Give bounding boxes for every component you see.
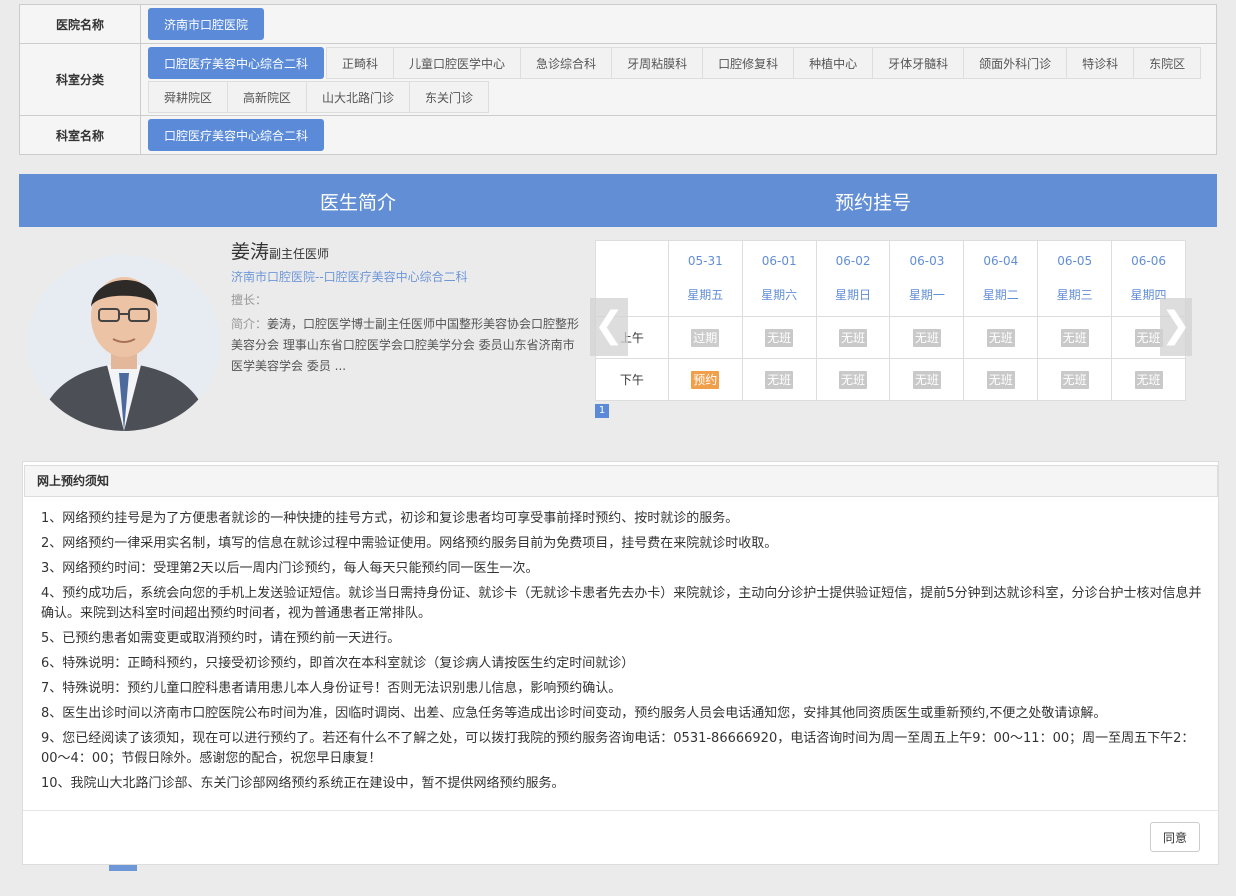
dept-type-option[interactable]: 舜耕院区 — [148, 81, 229, 113]
day-weekday: 星期三 — [1056, 288, 1093, 302]
dept-type-option[interactable]: 牙周粘膜科 — [611, 47, 704, 79]
dept-type-option[interactable]: 口腔修复科 — [702, 47, 795, 79]
dept-type-option[interactable]: 东关门诊 — [409, 81, 490, 113]
dept-type-option[interactable]: 东院区 — [1133, 47, 1202, 79]
page: 医院名称 济南市口腔医院 科室分类 口腔医疗美容中心综合二科 正畸科 儿童口腔医… — [0, 0, 1236, 896]
doctor-name[interactable]: 姜涛 — [231, 241, 269, 263]
dept-type-option[interactable]: 口腔医疗美容中心综合二科 — [148, 47, 325, 79]
notice-item: 6、特殊说明：正畸科预约，只接受初诊预约，即首次在本科室就诊（复诊病人请按医生约… — [41, 656, 635, 671]
slot-no-shift: 无班 — [765, 328, 794, 347]
schedule-am-row: 上午 过期 无班 无班 无班 无班 无班 无班 — [595, 316, 1186, 359]
notice-item: 1、网络预约挂号是为了方便患者就诊的一种快捷的挂号方式，初诊和复诊患者均可享受事… — [41, 511, 739, 526]
dept-type-option[interactable]: 颌面外科门诊 — [963, 47, 1068, 79]
notice-item: 2、网络预约一律采用实名制，填写的信息在就诊过程中需验证使用。网络预约服务目前为… — [41, 536, 778, 551]
notice-item: 3、网络预约时间：受理第2天以后一周内门诊预约，每人每天只能预约同一医生一次。 — [41, 561, 539, 576]
slot-no-shift: 无班 — [765, 370, 794, 389]
doctor-department: 济南市口腔医院--口腔医疗美容中心综合二科 — [231, 270, 468, 284]
doctor-photo — [27, 255, 221, 431]
day-weekday: 星期日 — [835, 288, 872, 302]
hospital-label: 医院名称 — [20, 5, 141, 43]
intro-text: 姜涛，口腔医学博士副主任医师中国整形美容协会口腔整形美容分会 理事山东省口腔医学… — [231, 317, 580, 373]
day-date: 06-02 — [835, 254, 871, 268]
agree-button[interactable]: 同意 — [1150, 822, 1200, 852]
intro-label: 简介： — [231, 317, 268, 331]
book-button[interactable]: 预约 — [691, 370, 720, 389]
slot-no-shift: 无班 — [1060, 370, 1089, 389]
day-date: 06-04 — [983, 254, 1019, 268]
slot-no-shift: 无班 — [986, 370, 1015, 389]
day-header: 06-04 星期二 — [963, 240, 1039, 317]
prev-week-arrow-icon[interactable]: ❮ — [590, 298, 628, 356]
notice-item: 9、您已经阅读了该须知，现在可以进行预约了。若还有什么不了解之处，可以拨打我院的… — [41, 731, 1195, 766]
doctor-intro: 简介：姜涛，口腔医学博士副主任医师中国整形美容协会口腔整形美容分会 理事山东省口… — [231, 314, 586, 377]
dept-name-label: 科室名称 — [20, 116, 141, 154]
dept-type-label: 科室分类 — [20, 44, 141, 115]
slot-no-shift: 无班 — [912, 328, 941, 347]
slot-no-shift: 无班 — [1134, 370, 1163, 389]
day-weekday: 星期六 — [761, 288, 798, 302]
day-date: 05-31 — [687, 254, 723, 268]
dept-type-option[interactable]: 牙体牙髓科 — [872, 47, 965, 79]
notice-title: 网上预约须知 — [24, 465, 1218, 497]
day-weekday: 星期二 — [982, 288, 1019, 302]
day-header: 06-01 星期六 — [741, 240, 817, 317]
notice-item: 10、我院山大北路门诊部、东关门诊部网络预约系统正在建设中，暂不提供网络预约服务… — [41, 776, 565, 791]
day-weekday: 星期五 — [687, 288, 724, 302]
dept-name-option[interactable]: 口腔医疗美容中心综合二科 — [148, 119, 325, 151]
modal-footer-divider — [23, 810, 1218, 811]
doctor-info: 姜涛副主任医师 济南市口腔医院--口腔医疗美容中心综合二科 擅长： 简介：姜涛，… — [231, 237, 586, 377]
schedule-table: 05-31 星期五 06-01 星期六 06-02 星期日 06-03 星期一 06-0… — [595, 240, 1186, 401]
notice-item: 8、医生出诊时间以济南市口腔医院公布时间为准，因临时调岗、出差、应急任务等造成出… — [41, 706, 1107, 721]
slot-no-shift: 无班 — [1060, 328, 1089, 347]
page-number[interactable]: 1 — [595, 404, 609, 418]
slot-no-shift: 无班 — [839, 370, 868, 389]
day-header: 06-02 星期日 — [815, 240, 891, 317]
dept-type-option[interactable]: 急诊综合科 — [520, 47, 613, 79]
slot-no-shift: 无班 — [986, 328, 1015, 347]
dept-type-option[interactable]: 种植中心 — [793, 47, 874, 79]
day-date: 06-03 — [909, 254, 945, 268]
slot-no-shift: 无班 — [839, 328, 868, 347]
doctor-intro-heading: 医生简介 — [320, 192, 397, 214]
dept-type-option[interactable]: 正畸科 — [326, 47, 395, 79]
day-header: 05-31 星期五 — [667, 240, 743, 317]
dept-type-option[interactable]: 儿童口腔医学中心 — [393, 47, 522, 79]
next-week-arrow-icon[interactable]: ❯ — [1160, 298, 1192, 356]
hospital-option[interactable]: 济南市口腔医院 — [148, 8, 265, 40]
day-header: 06-03 星期一 — [889, 240, 965, 317]
notice-modal: 网上预约须知 1、网络预约挂号是为了方便患者就诊的一种快捷的挂号方式，初诊和复诊… — [22, 461, 1219, 865]
booking-heading: 预约挂号 — [835, 192, 912, 214]
day-header: 06-05 星期三 — [1037, 240, 1113, 317]
filter-table: 医院名称 济南市口腔医院 科室分类 口腔医疗美容中心综合二科 正畸科 儿童口腔医… — [19, 4, 1217, 155]
schedule-pm-row: 下午 预约 无班 无班 无班 无班 无班 无班 — [595, 358, 1186, 401]
doctor-title: 副主任医师 — [269, 247, 330, 261]
notice-item: 5、已预约患者如需变更或取消预约时，请在预约前一天进行。 — [41, 631, 401, 646]
day-date: 06-01 — [761, 254, 797, 268]
section-header-bar: 医生简介 预约挂号 — [19, 174, 1217, 227]
notice-body: 1、网络预约挂号是为了方便患者就诊的一种快捷的挂号方式，初诊和复诊患者均可享受事… — [41, 509, 1203, 799]
notice-item: 4、预约成功后，系统会向您的手机上发送验证短信。就诊当日需持身份证、就诊卡（无就… — [41, 586, 1202, 621]
dept-type-option[interactable]: 山大北路门诊 — [306, 81, 411, 113]
day-date: 06-05 — [1057, 254, 1093, 268]
dept-type-row: 科室分类 口腔医疗美容中心综合二科 正畸科 儿童口腔医学中心 急诊综合科 牙周粘… — [20, 44, 1216, 116]
dept-name-row: 科室名称 口腔医疗美容中心综合二科 — [20, 116, 1216, 154]
slot-no-shift: 无班 — [1134, 328, 1163, 347]
hospital-row: 医院名称 济南市口腔医院 — [20, 5, 1216, 44]
slot-no-shift: 无班 — [912, 370, 941, 389]
pm-label: 下午 — [595, 358, 669, 401]
doctor-specialty-label: 擅长： — [231, 293, 268, 307]
notice-item: 7、特殊说明：预约儿童口腔科患者请用患儿本人身份证号！否则无法识别患儿信息，影响… — [41, 681, 622, 696]
schedule-date-row: 05-31 星期五 06-01 星期六 06-02 星期日 06-03 星期一 06-0… — [595, 240, 1186, 317]
day-date: 06-06 — [1131, 254, 1166, 268]
background-button-edge — [109, 865, 137, 871]
dept-type-option[interactable]: 高新院区 — [227, 81, 308, 113]
day-weekday: 星期一 — [908, 288, 945, 302]
slot-expired: 过期 — [691, 328, 720, 347]
dept-type-option[interactable]: 特诊科 — [1066, 47, 1135, 79]
